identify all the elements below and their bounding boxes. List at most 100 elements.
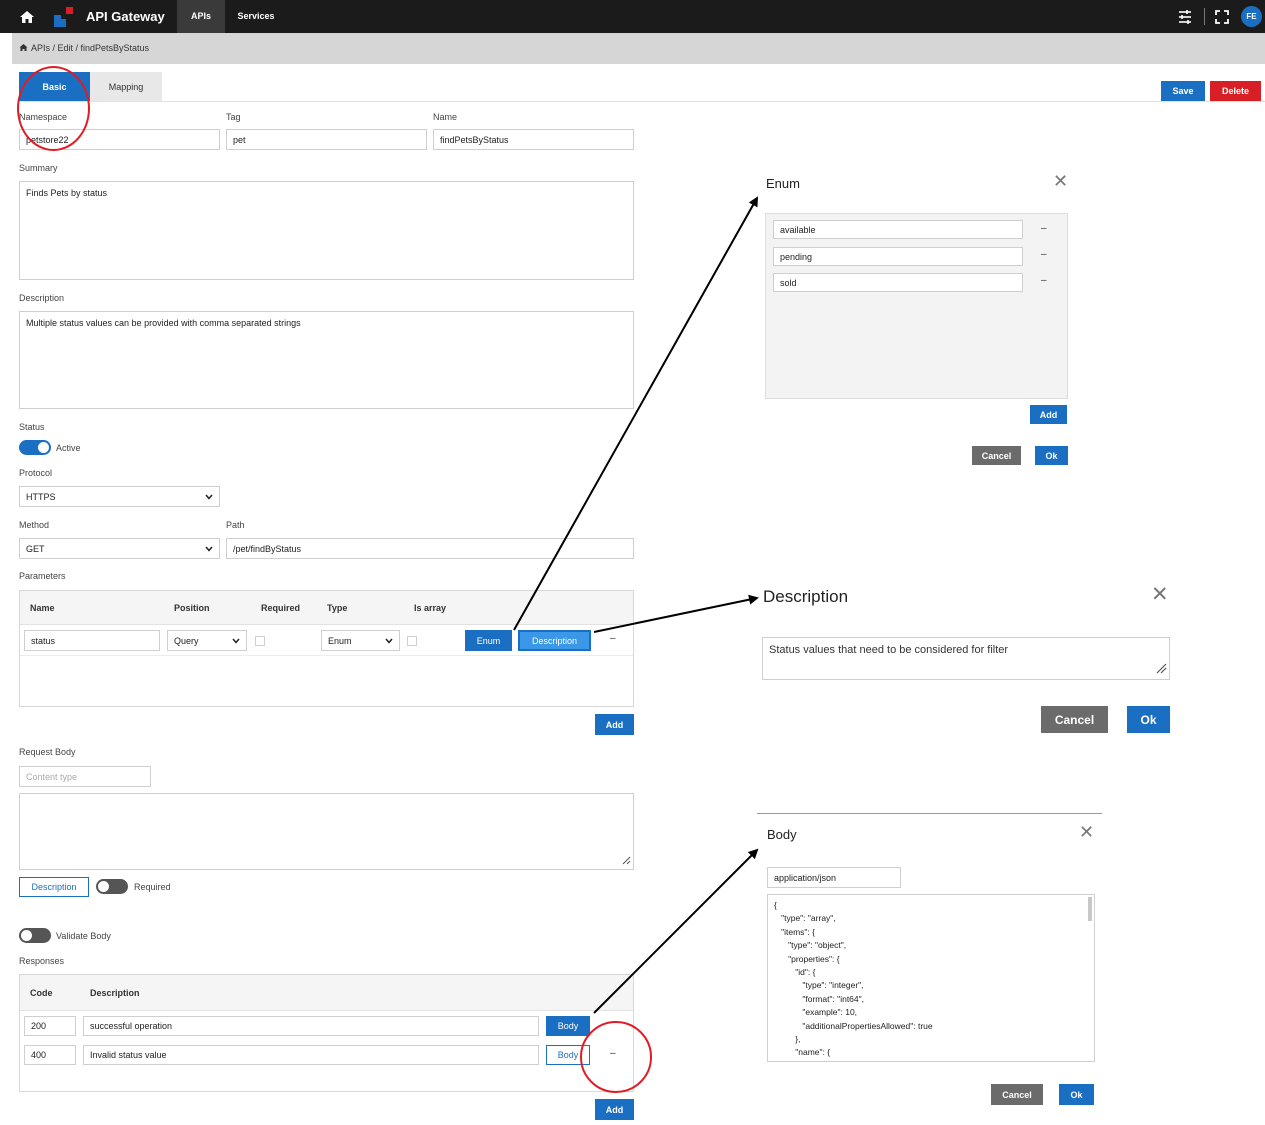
home-icon[interactable] <box>18 8 36 26</box>
enum-item-remove-button[interactable]: – <box>1041 249 1047 260</box>
enum-list-panel <box>765 213 1068 399</box>
enum-ok-button[interactable]: Ok <box>1035 446 1068 465</box>
tag-label: Tag <box>226 112 241 122</box>
path-input[interactable]: /pet/findByStatus <box>226 538 634 559</box>
param-remove-button[interactable]: – <box>610 633 616 644</box>
avatar[interactable]: FE <box>1241 6 1262 27</box>
response-code-input[interactable]: 400 <box>24 1045 76 1065</box>
param-col-position: Position <box>174 603 210 613</box>
summary-label: Summary <box>19 163 58 173</box>
param-position-value: Query <box>174 635 199 646</box>
param-is-array-checkbox[interactable] <box>407 636 417 646</box>
description-dialog-textarea[interactable]: Status values that need to be considered… <box>762 637 1170 680</box>
param-enum-button[interactable]: Enum <box>465 630 512 651</box>
close-icon[interactable]: ✕ <box>1053 172 1068 190</box>
chevron-down-icon <box>205 544 213 554</box>
fullscreen-icon[interactable] <box>1215 10 1229 24</box>
nav-services[interactable]: Services <box>229 0 283 33</box>
content-type-input[interactable]: Content type <box>19 766 151 787</box>
response-description-input[interactable]: Invalid status value <box>83 1045 539 1065</box>
responses-label: Responses <box>19 956 65 966</box>
param-required-checkbox[interactable] <box>255 636 265 646</box>
body-schema-textarea[interactable]: { "type": "array", "items": { "type": "o… <box>767 894 1095 1062</box>
tab-underline <box>19 101 1265 102</box>
protocol-select[interactable]: HTTPS <box>19 486 220 507</box>
response-col-code: Code <box>30 988 53 998</box>
description-label: Description <box>19 293 65 303</box>
param-add-button[interactable]: Add <box>595 714 634 735</box>
scrollbar-thumb[interactable] <box>1088 897 1092 921</box>
body-content-type-input[interactable]: application/json <box>767 867 901 888</box>
tab-mapping[interactable]: Mapping <box>90 72 162 101</box>
enum-item-input[interactable]: available <box>773 220 1023 239</box>
request-body-description-button[interactable]: Description <box>19 877 89 897</box>
description-dialog-title: Description <box>763 587 849 606</box>
resize-handle-icon[interactable] <box>622 856 631 867</box>
response-description-input[interactable]: successful operation <box>83 1016 539 1036</box>
status-toggle[interactable] <box>19 440 51 455</box>
parameters-label: Parameters <box>19 571 66 581</box>
param-row-divider <box>20 655 633 656</box>
body-cancel-button[interactable]: Cancel <box>991 1084 1043 1105</box>
param-description-button[interactable]: Description <box>518 630 591 651</box>
settings-sliders-icon[interactable] <box>1177 9 1193 25</box>
resize-handle-icon[interactable] <box>1156 663 1167 677</box>
close-icon[interactable]: ✕ <box>1151 584 1169 605</box>
save-button[interactable]: Save <box>1161 81 1205 101</box>
enum-item-remove-button[interactable]: – <box>1041 275 1047 286</box>
body-schema-text: { "type": "array", "items": { "type": "o… <box>774 900 933 1058</box>
enum-add-button[interactable]: Add <box>1030 405 1067 424</box>
app-logo-icon <box>53 6 75 28</box>
description-dialog-ok-button[interactable]: Ok <box>1127 706 1170 733</box>
app-title: API Gateway <box>86 9 165 24</box>
validate-body-label: Validate Body <box>56 931 111 941</box>
param-col-required: Required <box>261 603 301 613</box>
validate-body-toggle[interactable] <box>19 928 51 943</box>
param-col-is-array: Is array <box>414 603 447 613</box>
toggle-knob <box>98 881 109 892</box>
method-select[interactable]: GET <box>19 538 220 559</box>
chevron-down-icon <box>232 636 240 646</box>
close-icon[interactable]: ✕ <box>1079 823 1094 841</box>
nav-apis[interactable]: APIs <box>177 0 225 33</box>
body-ok-button[interactable]: Ok <box>1059 1084 1094 1105</box>
param-col-name: Name <box>30 603 55 613</box>
body-dialog-title: Body <box>767 827 797 842</box>
breadcrumb-home-icon[interactable] <box>19 43 28 52</box>
enum-cancel-button[interactable]: Cancel <box>972 446 1021 465</box>
body-dialog-top-border <box>757 813 1102 814</box>
required-toggle-label: Required <box>134 882 171 892</box>
required-toggle[interactable] <box>96 879 128 894</box>
protocol-label: Protocol <box>19 468 53 478</box>
param-type-select[interactable]: Enum <box>321 630 400 651</box>
response-col-description: Description <box>90 988 140 998</box>
param-type-value: Enum <box>328 635 352 646</box>
param-position-select[interactable]: Query <box>167 630 247 651</box>
breadcrumb: APIs / Edit / findPetsByStatus <box>12 33 1265 64</box>
tag-input[interactable]: pet <box>226 129 427 150</box>
toggle-knob <box>38 442 49 453</box>
enum-item-input[interactable]: sold <box>773 273 1023 292</box>
status-label: Status <box>19 422 45 432</box>
summary-textarea[interactable]: Finds Pets by status <box>19 181 634 280</box>
response-add-button[interactable]: Add <box>595 1099 634 1120</box>
breadcrumb-text[interactable]: APIs / Edit / findPetsByStatus <box>31 43 149 53</box>
description-textarea[interactable]: Multiple status values can be provided w… <box>19 311 634 409</box>
status-toggle-label: Active <box>56 443 81 453</box>
param-name-input[interactable]: status <box>24 630 160 651</box>
request-body-label: Request Body <box>19 747 76 757</box>
chevron-down-icon <box>385 636 393 646</box>
param-col-type: Type <box>327 603 348 613</box>
name-label: Name <box>433 112 458 122</box>
enum-item-input[interactable]: pending <box>773 247 1023 266</box>
method-value: GET <box>26 543 45 554</box>
response-body-button[interactable]: Body <box>546 1016 590 1036</box>
name-input[interactable]: findPetsByStatus <box>433 129 634 150</box>
response-code-input[interactable]: 200 <box>24 1016 76 1036</box>
delete-button[interactable]: Delete <box>1210 81 1261 101</box>
request-body-textarea[interactable] <box>19 793 634 870</box>
description-dialog-cancel-button[interactable]: Cancel <box>1041 706 1108 733</box>
annotation-circle-remove-response <box>580 1021 652 1093</box>
enum-item-remove-button[interactable]: – <box>1041 223 1047 234</box>
description-dialog-value: Status values that need to be considered… <box>769 644 1009 656</box>
